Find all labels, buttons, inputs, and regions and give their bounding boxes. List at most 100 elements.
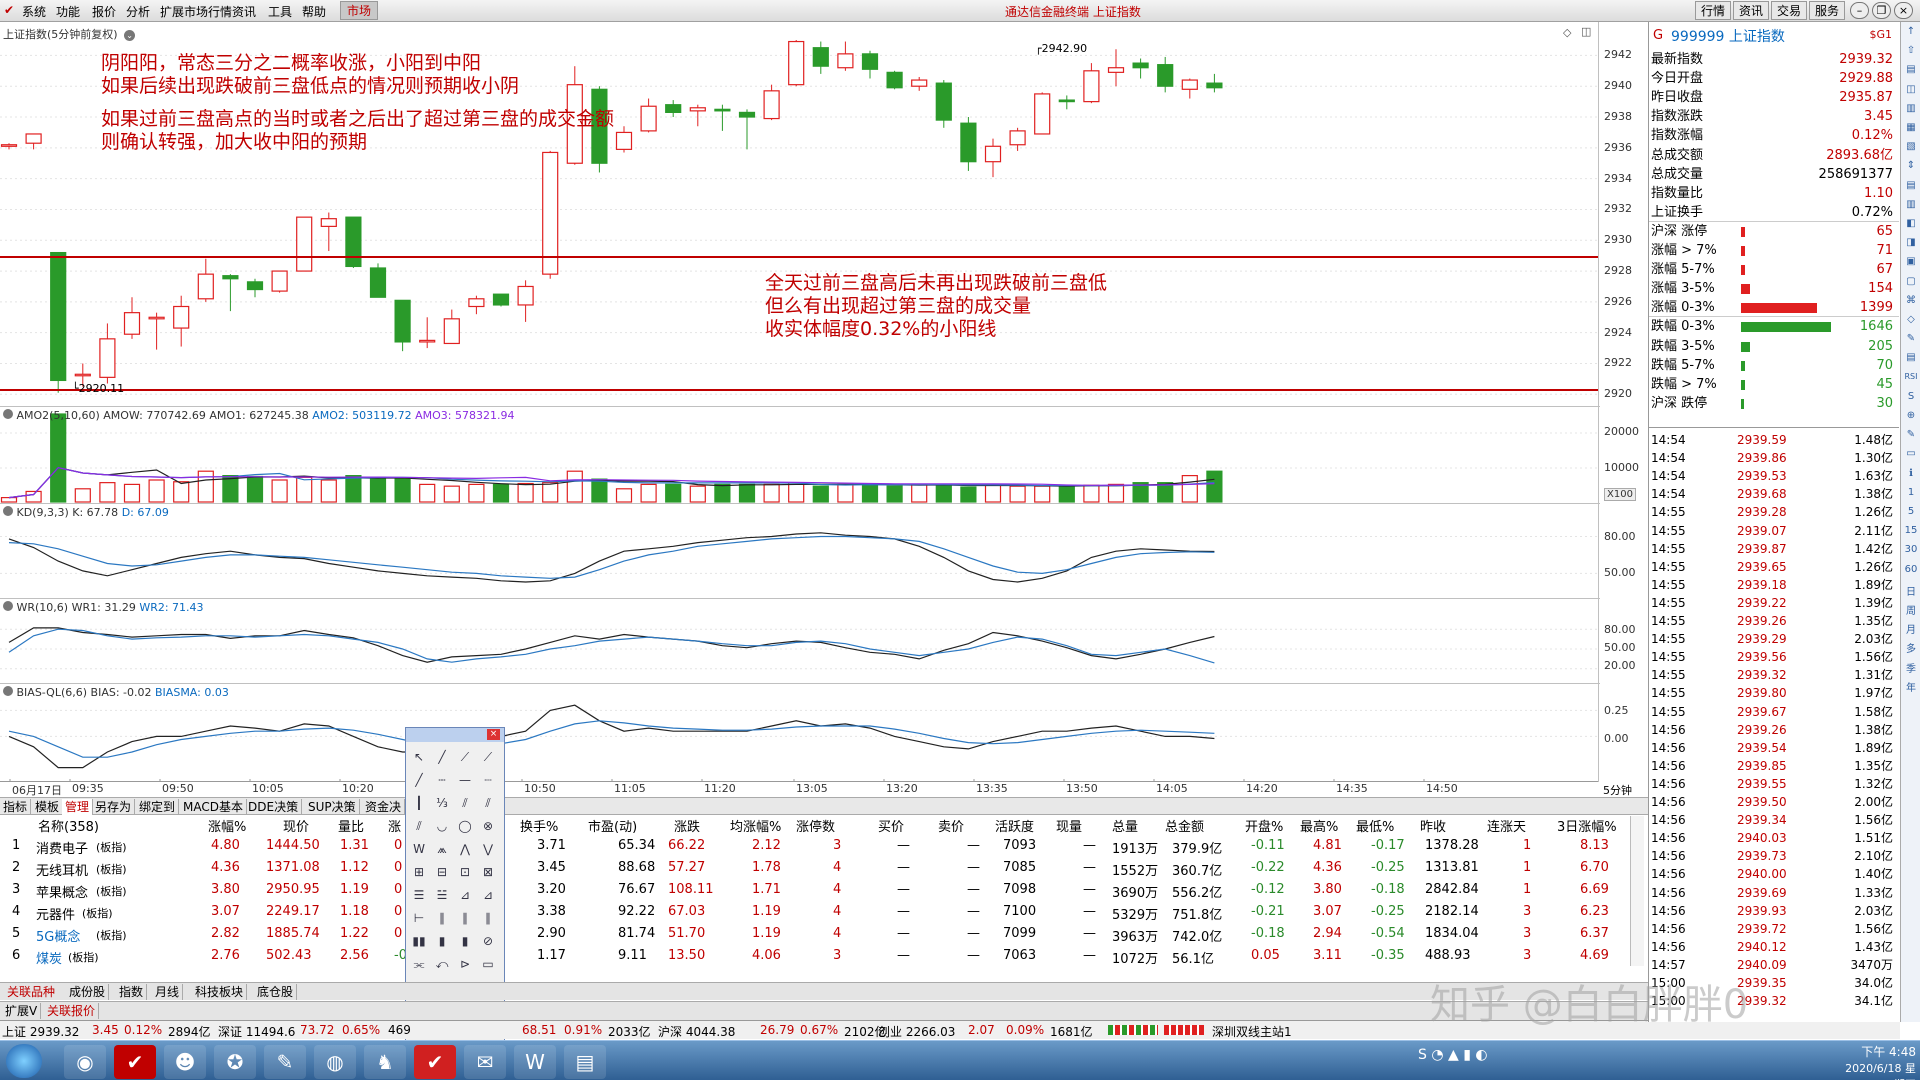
tdx-app-icon[interactable]: ✔ (414, 1045, 456, 1079)
draw-tool-icon[interactable]: ☱ (433, 886, 451, 904)
toolbox-close-icon[interactable]: × (487, 729, 500, 740)
column-header[interactable]: 名称(358) (38, 816, 99, 835)
side-tool-icon[interactable]: ▥ (1903, 199, 1919, 210)
side-tool-icon[interactable]: 1 (1903, 487, 1919, 498)
draw-tool-icon[interactable]: ╱ (410, 771, 428, 789)
column-header[interactable]: 昨收 (1420, 816, 1446, 835)
candle[interactable] (25, 133, 42, 150)
candle[interactable] (99, 323, 116, 384)
tab-bind-to[interactable]: 绑定到 (136, 799, 180, 815)
menu-analysis[interactable]: 分析 (126, 3, 150, 20)
candle[interactable] (468, 295, 485, 315)
side-tool-icon[interactable]: ◫ (1903, 84, 1919, 95)
chrome-icon[interactable]: ◉ (64, 1045, 106, 1079)
column-header[interactable]: 活跃度 (995, 816, 1034, 835)
draw-tool-icon[interactable]: ⊗ (479, 817, 497, 835)
start-button-icon[interactable] (6, 1044, 42, 1078)
draw-tool-icon[interactable]: ⅓ (433, 794, 451, 812)
side-tool-icon[interactable]: 30 (1903, 544, 1919, 555)
draw-tool-icon[interactable]: ┃ (410, 794, 428, 812)
side-tool-icon[interactable]: S (1903, 391, 1919, 402)
period-label[interactable]: 5分钟 (1603, 782, 1632, 798)
candle[interactable] (1009, 127, 1026, 151)
column-header[interactable]: 最高% (1300, 816, 1338, 835)
app-icon[interactable]: ✪ (214, 1045, 256, 1079)
side-tool-icon[interactable]: 年 (1903, 679, 1919, 694)
draw-tool-icon[interactable]: ∥ (456, 909, 474, 927)
candle[interactable] (1206, 73, 1223, 93)
row-name[interactable]: 煤炭 (36, 948, 62, 967)
candle[interactable] (1083, 63, 1100, 104)
side-tool-icon[interactable]: 5 (1903, 506, 1919, 517)
side-tool-icon[interactable]: 60 (1903, 564, 1919, 575)
draw-tool-icon[interactable]: ◡ (433, 817, 451, 835)
toolbox-header[interactable]: × (406, 728, 504, 742)
menu-system[interactable]: 系统 (22, 3, 46, 20)
side-tool-icon[interactable]: ▧ (1903, 141, 1919, 152)
table-row[interactable]: 4 元器件 (板指) 3.07 2249.17 1.18 0 3.38 92.22 67.03 1.… (0, 904, 1630, 926)
candle[interactable] (123, 297, 141, 339)
menu-news[interactable]: 资讯 (232, 3, 256, 20)
side-tool-icon[interactable]: 月 (1903, 621, 1919, 636)
draw-tool-icon[interactable]: ⫽ (479, 794, 497, 812)
menu-ext-market[interactable]: 扩展市场行情 (160, 3, 232, 20)
draw-tool-icon[interactable]: ▭ (479, 955, 497, 973)
column-header[interactable]: 涨幅% (208, 816, 246, 835)
amo-circle-icon[interactable] (3, 409, 13, 419)
side-tool-icon[interactable]: 多 (1903, 640, 1919, 655)
tdx-app-icon[interactable]: ✔ (114, 1045, 156, 1079)
top-btn-news[interactable]: 资讯 (1733, 1, 1770, 20)
candle[interactable] (738, 109, 756, 150)
candle[interactable] (665, 100, 682, 118)
tab-index[interactable]: 指数 (116, 984, 148, 1000)
column-header[interactable]: 现价 (283, 816, 309, 835)
taskbar-clock[interactable]: 下午 4:48 2020/6/18 星期四 (1838, 1043, 1916, 1092)
draw-tool-icon[interactable]: ▮ (456, 932, 474, 950)
column-header[interactable]: 换手% (520, 816, 558, 835)
tab-tech-sector[interactable]: 科技板块 (192, 984, 248, 1000)
menu-market[interactable]: 市场 (340, 1, 379, 20)
side-tool-icon[interactable]: ▣ (1903, 256, 1919, 267)
side-tool-icon[interactable]: ⇧ (1903, 45, 1919, 56)
globe-icon[interactable]: ◍ (314, 1045, 356, 1079)
table-row[interactable]: 5 5G概念 (板指) 2.82 1885.74 1.22 0 2.90 81.74 51.70 1… (0, 926, 1630, 948)
column-header[interactable]: 买价 (878, 816, 904, 835)
app-icon[interactable]: ✎ (264, 1045, 306, 1079)
candle[interactable] (296, 216, 313, 272)
candle[interactable] (394, 299, 411, 352)
draw-tool-icon[interactable]: ⊿ (456, 886, 474, 904)
draw-tool-icon[interactable]: ⫘ (410, 955, 428, 973)
folder-icon[interactable]: ▤ (564, 1045, 606, 1079)
row-name[interactable]: 消费电子 (36, 838, 88, 857)
side-tool-icon[interactable]: ▤ (1903, 180, 1919, 191)
side-tool-icon[interactable]: ⊕ (1903, 410, 1919, 421)
menu-quote[interactable]: 报价 (92, 3, 116, 20)
side-tool-icon[interactable]: ✎ (1903, 429, 1919, 440)
table-row[interactable]: 1 消费电子 (板指) 4.80 1444.50 1.31 0 3.71 65.34 66.22 2… (0, 838, 1630, 860)
draw-tool-icon[interactable]: ⟋ (456, 748, 474, 766)
draw-tool-icon[interactable]: ⊢ (410, 909, 428, 927)
candle[interactable] (1132, 58, 1149, 79)
top-btn-quote[interactable]: 行情 (1695, 1, 1732, 20)
side-tool-icon[interactable]: ↑ (1903, 26, 1919, 37)
minimize-icon[interactable]: – (1850, 2, 1869, 19)
side-tool-icon[interactable]: 15 (1903, 525, 1919, 536)
column-header[interactable]: 总金额 (1165, 816, 1204, 835)
draw-tool-icon[interactable]: ⫽ (456, 794, 474, 812)
table-row[interactable]: 2 无线耳机 (板指) 4.36 1371.08 1.12 0 3.45 88.68 57.27 1… (0, 860, 1630, 882)
side-tool-icon[interactable]: ⌘ (1903, 295, 1919, 306)
tray-icons[interactable]: S ◔ ▲ ▮ ◐ (1418, 1047, 1488, 1063)
wechat-icon[interactable]: ✉ (464, 1045, 506, 1079)
candle[interactable] (640, 98, 657, 133)
tab-fund[interactable]: 资金决 (362, 799, 406, 815)
column-header[interactable]: 现量 (1056, 816, 1082, 835)
tab-macd[interactable]: MACD基本 (180, 799, 247, 815)
column-header[interactable]: 涨跌 (674, 816, 700, 835)
draw-tool-icon[interactable]: ⋀ (456, 840, 474, 858)
restore-icon[interactable]: ❐ (1872, 2, 1891, 19)
side-tool-icon[interactable]: ▢ (1903, 276, 1919, 287)
draw-tool-icon[interactable]: ⊡ (456, 863, 474, 881)
draw-tool-icon[interactable]: ⊿ (479, 886, 497, 904)
candle[interactable] (984, 138, 1002, 178)
draw-tool-icon[interactable]: ⋁ (479, 840, 497, 858)
